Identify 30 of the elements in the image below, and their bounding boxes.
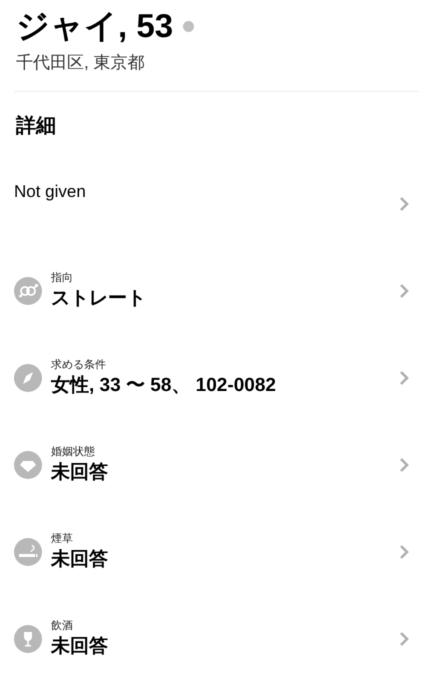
detail-row[interactable]: 指向 ストレート — [14, 247, 419, 334]
row-value: 女性, 33 〜 58、 102-0082 — [51, 374, 276, 398]
row-label: 飲酒 — [51, 618, 74, 634]
chevron-right-icon — [399, 370, 409, 386]
detail-row[interactable]: 求める条件 女性, 33 〜 58、 102-0082 — [14, 334, 419, 421]
row-label: 指向 — [51, 270, 74, 286]
wine-glass-icon — [14, 624, 42, 652]
chevron-right-icon — [399, 282, 409, 298]
row-label: 煙草 — [51, 532, 74, 546]
row-value: Not given — [14, 182, 86, 200]
cigarette-icon — [14, 538, 42, 566]
chevron-right-icon — [399, 544, 409, 560]
row-value: 未回答 — [51, 460, 108, 484]
detail-row[interactable]: 飲酒 未回答 — [14, 595, 419, 674]
row-label: 求める条件 — [51, 358, 107, 372]
profile-location: 千代田区, 東京都 — [16, 52, 146, 74]
detail-row[interactable]: 婚姻状態 未回答 — [14, 421, 419, 508]
detail-row[interactable]: 煙草 未回答 — [14, 508, 419, 595]
section-title: 詳細 — [16, 114, 57, 139]
chevron-right-icon — [399, 196, 409, 212]
row-value: 未回答 — [51, 634, 108, 658]
detail-row[interactable]: Not given — [14, 160, 419, 247]
chevron-right-icon — [399, 456, 409, 472]
row-label: 婚姻状態 — [51, 444, 96, 460]
gender-symbols-icon — [14, 276, 42, 304]
row-value: ストレート — [51, 286, 146, 310]
profile-name: ジャイ, 53 — [16, 6, 174, 46]
compass-icon — [14, 364, 42, 392]
row-value: 未回答 — [51, 548, 108, 572]
chevron-right-icon — [399, 630, 409, 646]
